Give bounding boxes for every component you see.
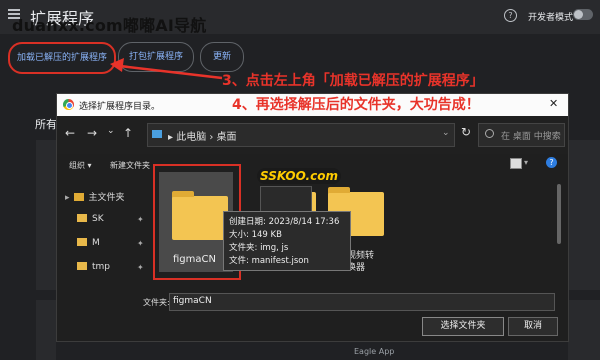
folder-name-input[interactable]: figmaCN: [169, 293, 555, 311]
sidebar-label: 主文件夹: [88, 193, 125, 203]
folder-icon: [77, 214, 87, 222]
pin-icon: ✦: [137, 215, 144, 224]
tooltip-created: 创建日期: 2023/8/14 17:36: [229, 217, 340, 227]
cancel-button[interactable]: 取消: [508, 317, 558, 336]
pin-icon: ✦: [137, 239, 144, 248]
arrow-to-load-button: [119, 64, 223, 80]
recent-chevron-icon[interactable]: ⌄: [107, 126, 115, 136]
search-icon: [485, 129, 494, 138]
pin-icon: ✦: [137, 263, 144, 272]
search-placeholder: 在 桌面 中搜索: [501, 132, 561, 142]
folder-info-tooltip: 创建日期: 2023/8/14 17:36 大小: 149 KB 文件夹: im…: [223, 211, 351, 271]
annotation-step-3: 3、点击左上角「加载已解压的扩展程序」: [222, 73, 484, 89]
up-arrow-icon[interactable]: ↑: [123, 126, 133, 140]
search-input[interactable]: 在 桌面 中搜索: [478, 123, 565, 147]
forward-arrow-icon[interactable]: →: [87, 126, 97, 140]
folder-name-value: figmaCN: [173, 296, 212, 306]
new-folder-button[interactable]: 新建文件夹: [110, 160, 150, 171]
select-folder-dialog: 选择扩展程序目录。 ✕ ← → ⌄ ↑ ▸ 此电脑 › 桌面 ⌄ ↻ 在 桌面 …: [56, 93, 569, 342]
tooltip-files: 文件: manifest.json: [229, 256, 309, 266]
address-path: ▸ 此电脑 › 桌面: [168, 132, 237, 143]
scrollbar[interactable]: [557, 184, 561, 244]
folder-name: 视频转 换器: [347, 251, 375, 273]
tooltip-folders: 文件夹: img, js: [229, 243, 289, 253]
view-chevron-icon[interactable]: ▾: [524, 158, 528, 167]
selection-highlight: figmaCN: [159, 172, 233, 272]
chrome-icon: [63, 99, 74, 110]
sidebar-label: M: [92, 238, 100, 248]
address-bar[interactable]: ▸ 此电脑 › 桌面 ⌄: [147, 123, 455, 147]
home-folder-icon: [73, 193, 84, 201]
sidebar-item-home[interactable]: ▸ 主文件夹: [65, 190, 125, 203]
computer-icon: [152, 130, 162, 138]
back-arrow-icon[interactable]: ←: [65, 126, 75, 140]
folder-icon: [172, 191, 228, 240]
sidebar-item-sk[interactable]: SK: [77, 214, 104, 224]
select-folder-button[interactable]: 选择文件夹: [422, 317, 504, 336]
arrowhead: [110, 58, 124, 72]
close-icon[interactable]: ✕: [549, 97, 558, 110]
chevron-down-icon[interactable]: ⌄: [442, 128, 450, 138]
folder-field-label: 文件夹:: [143, 298, 170, 307]
ssk-logo: SSKOO.com: [257, 168, 341, 184]
sidebar-label: SK: [92, 214, 104, 224]
dialog-title: 选择扩展程序目录。: [79, 102, 161, 112]
folder-icon: [77, 262, 87, 270]
view-mode-icon[interactable]: [510, 158, 522, 169]
folder-icon: [77, 238, 87, 246]
help-icon[interactable]: ?: [546, 157, 557, 168]
sidebar-item-m[interactable]: M: [77, 238, 100, 248]
tooltip-size: 大小: 149 KB: [229, 230, 282, 240]
annotation-step-4: 4、再选择解压后的文件夹，大功告成！: [232, 97, 480, 113]
sidebar-label: tmp: [92, 262, 111, 272]
folder-name: figmaCN: [173, 254, 216, 265]
organize-menu[interactable]: 组织 ▾: [69, 160, 92, 171]
refresh-icon[interactable]: ↻: [461, 125, 471, 139]
sidebar-item-tmp[interactable]: tmp: [77, 262, 110, 272]
